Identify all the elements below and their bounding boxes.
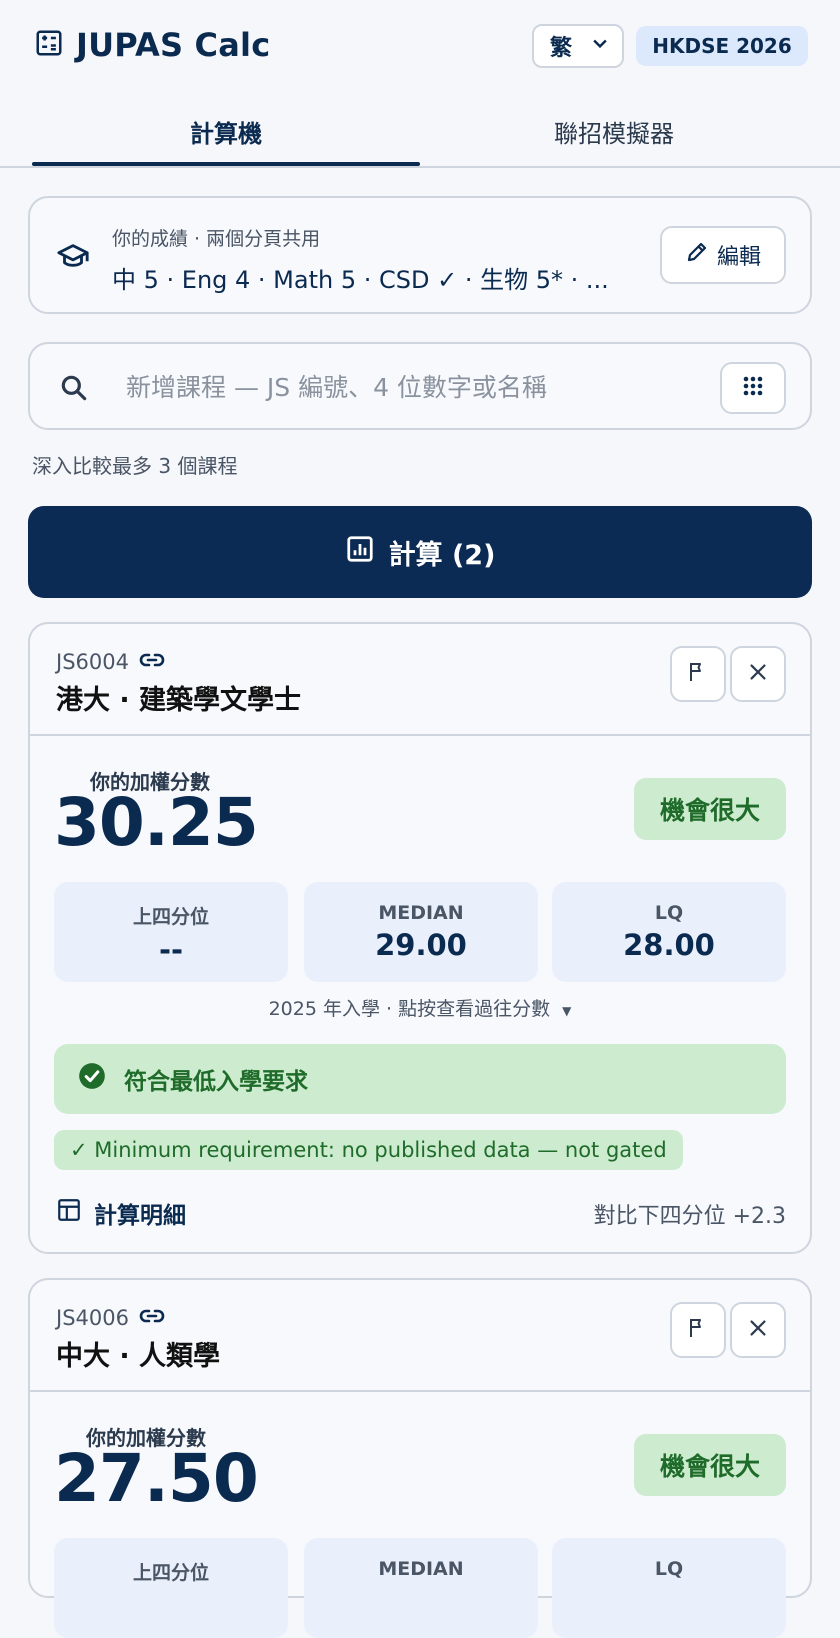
chance-badge: 機會很大 [634, 778, 786, 840]
program-code: JS4006 [56, 1306, 129, 1330]
language-select[interactable]: 繁 [532, 24, 624, 68]
median-value: 29.00 [375, 928, 467, 962]
tab-bar: 計算機 聯招模擬器 [32, 96, 808, 166]
close-icon [747, 1317, 769, 1343]
program-code-row: JS6004 [56, 650, 165, 674]
median-stat: MEDIAN 29.00 [304, 882, 538, 982]
program-name: 港大 · 建築學文學士 [56, 685, 302, 716]
close-icon [747, 661, 769, 687]
tab-calculator[interactable]: 計算機 [32, 96, 420, 166]
card-divider [30, 734, 810, 736]
search-icon [58, 372, 90, 408]
flag-icon [686, 660, 710, 688]
brand: JUPAS Calc [34, 26, 270, 64]
pencil-icon [685, 240, 709, 270]
flag-button[interactable] [670, 646, 726, 702]
edit-grades-button[interactable]: 編輯 [660, 226, 786, 284]
calculate-label: 計算 (2) [388, 539, 496, 571]
program-name: 中大 · 人類學 [56, 1341, 221, 1372]
lq-label: LQ [654, 1558, 684, 1580]
requirement-met-text: 符合最低入學要求 [124, 1069, 308, 1095]
uq-stat: 上四分位 [54, 1538, 288, 1638]
lq-value: 28.00 [623, 928, 715, 962]
edit-label: 編輯 [716, 245, 761, 270]
weighted-score: 27.50 [54, 1440, 259, 1517]
graduation-cap-icon [56, 240, 90, 278]
admission-year-note: 2025 年入學 · 點按查看過往分數 [268, 998, 551, 1020]
table-icon [56, 1197, 82, 1229]
calculator-icon [34, 28, 64, 62]
exam-year-badge: HKDSE 2026 [636, 26, 808, 66]
course-search-input[interactable] [126, 364, 706, 410]
lq-stat: LQ [552, 1538, 786, 1638]
grades-card[interactable]: 你的成績 · 兩個分頁共用 中 5 · Eng 4 · Math 5 · CSD… [28, 196, 812, 314]
grid-dots-icon [741, 374, 765, 402]
requirement-met-banner: 符合最低入學要求 [54, 1044, 786, 1114]
chevron-down-icon [590, 33, 610, 59]
vs-lq-diff: 對比下四分位 +2.3 [593, 1204, 786, 1229]
app-title: JUPAS Calc [76, 26, 271, 64]
breakdown-label: 計算明細 [94, 1203, 186, 1229]
admission-year-toggle[interactable]: 2025 年入學 · 點按查看過往分數 ▼ [30, 994, 810, 1021]
program-card: JS6004 港大 · 建築學文學士 你的加權分數 30.25 機會很大 上四分… [28, 622, 812, 1254]
uq-label: 上四分位 [132, 1562, 209, 1584]
lq-label: LQ [654, 902, 684, 924]
caret-down-icon: ▼ [562, 1004, 572, 1018]
flag-button[interactable] [670, 1302, 726, 1358]
uq-label: 上四分位 [132, 906, 209, 928]
browse-grid-button[interactable] [720, 362, 786, 414]
course-search-box [28, 342, 812, 430]
link-icon[interactable] [139, 650, 165, 674]
remove-button[interactable] [730, 1302, 786, 1358]
calculate-button[interactable]: 計算 (2) [28, 506, 812, 598]
median-label: MEDIAN [378, 902, 464, 924]
compare-limit-note: 深入比較最多 3 個課程 [32, 454, 238, 478]
language-value: 繁 [550, 36, 573, 61]
program-card: JS4006 中大 · 人類學 你的加權分數 27.50 機會很大 上四分位 M… [28, 1278, 812, 1638]
program-code-row: JS4006 [56, 1306, 165, 1330]
weighted-score: 30.25 [54, 784, 259, 861]
median-stat: MEDIAN [304, 1538, 538, 1638]
app-header: JUPAS Calc 繁 HKDSE 2026 計算機 聯招模擬器 [0, 0, 840, 168]
calc-breakdown-toggle[interactable]: 計算明細 [56, 1196, 186, 1230]
remove-button[interactable] [730, 646, 786, 702]
median-label: MEDIAN [378, 1558, 464, 1580]
chance-badge: 機會很大 [634, 1434, 786, 1496]
program-code: JS6004 [56, 650, 129, 674]
check-circle-icon [78, 1062, 106, 1096]
flag-icon [686, 1316, 710, 1344]
grades-label: 你的成績 · 兩個分頁共用 [112, 228, 321, 250]
min-requirement-note: ✓ Minimum requirement: no published data… [54, 1130, 683, 1170]
lq-stat: LQ 28.00 [552, 882, 786, 982]
tab-simulator[interactable]: 聯招模擬器 [420, 96, 808, 166]
grades-summary: 中 5 · Eng 4 · Math 5 · CSD ✓ · 生物 5* · .… [112, 266, 609, 294]
uq-value: -- [158, 933, 184, 967]
card-divider [30, 1390, 810, 1392]
uq-stat: 上四分位 -- [54, 882, 288, 982]
chart-box-icon [345, 534, 375, 571]
link-icon[interactable] [139, 1306, 165, 1330]
